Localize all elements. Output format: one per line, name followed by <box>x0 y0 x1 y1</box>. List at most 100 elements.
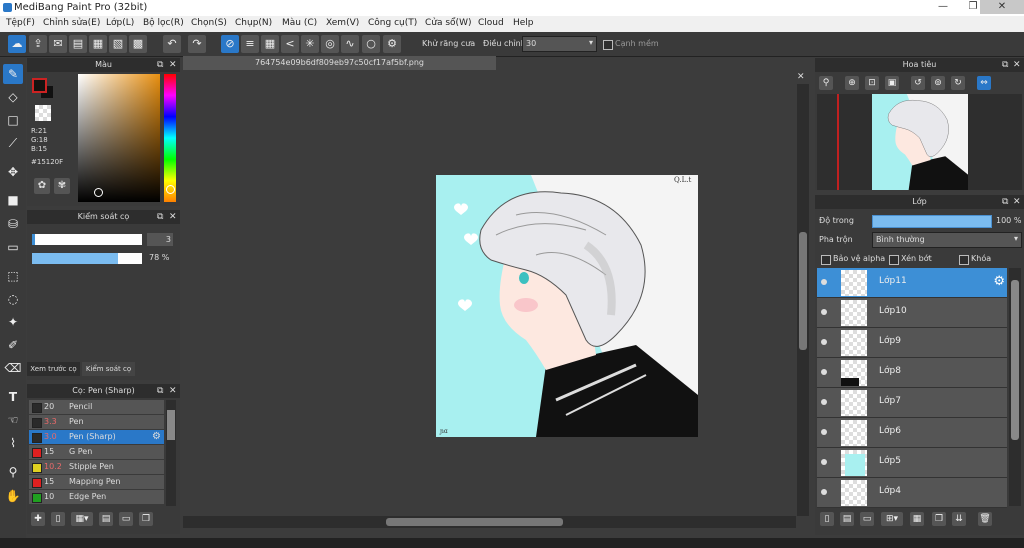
undock-icon[interactable]: ⧉ <box>157 385 163 397</box>
visibility-icon[interactable] <box>821 339 827 345</box>
visibility-icon[interactable] <box>821 459 827 465</box>
visibility-icon[interactable] <box>821 309 827 315</box>
transparent-swatch[interactable] <box>35 105 51 121</box>
menu-cloud[interactable]: Cloud <box>478 18 504 28</box>
duplicate-icon[interactable]: ❐ <box>139 512 153 526</box>
eyedropper-tool-icon[interactable]: ⚲ <box>3 462 23 482</box>
artwork-canvas[interactable]: Q.L.t ɲɑ <box>436 175 698 437</box>
circle-snap-icon[interactable]: ○ <box>362 35 380 53</box>
gallery-icon[interactable]: ▧ <box>109 35 127 53</box>
layer-menu-icon[interactable]: ▦ <box>910 512 924 526</box>
clipping-checkbox[interactable] <box>889 255 899 265</box>
radial-snap-icon[interactable]: ✳ <box>301 35 319 53</box>
scrollbar-thumb[interactable] <box>167 410 175 440</box>
visibility-icon[interactable] <box>821 429 827 435</box>
share-icon[interactable]: ⇪ <box>29 35 47 53</box>
undock-icon[interactable]: ⧉ <box>157 211 163 223</box>
visibility-icon[interactable] <box>821 399 827 405</box>
visibility-icon[interactable] <box>821 369 827 375</box>
fill-rect-tool-icon[interactable]: ■ <box>3 190 23 210</box>
comment-icon[interactable]: ✉ <box>49 35 67 53</box>
menu-tools[interactable]: Công cụ(T) <box>368 18 417 28</box>
concentric-snap-icon[interactable]: ◎ <box>321 35 339 53</box>
menu-select[interactable]: Chọn(S) <box>191 18 227 28</box>
grid-snap-icon[interactable]: ▦ <box>261 35 279 53</box>
move-tool-icon[interactable]: ✥ <box>3 162 23 182</box>
actual-size-icon[interactable]: ▣ <box>885 76 899 90</box>
delete-layer-icon[interactable]: 🗑 <box>978 512 992 526</box>
gradient-tool-icon[interactable]: ▭ <box>3 237 23 257</box>
scrollbar-thumb[interactable] <box>1011 280 1019 440</box>
select-pen-tool-icon[interactable]: ✐ <box>3 335 23 355</box>
primary-color-swatch[interactable] <box>32 78 47 93</box>
menu-filter[interactable]: Bộ lọc(R) <box>143 18 184 28</box>
bucket-tool-icon[interactable]: ⛁ <box>3 214 23 234</box>
brush-item-mapping-pen[interactable]: 15 Mapping Pen <box>29 475 164 490</box>
layer-list-scrollbar[interactable] <box>1009 268 1021 506</box>
menu-window[interactable]: Cửa sổ(W) <box>425 18 471 28</box>
redo-icon[interactable]: ↷ <box>188 35 206 53</box>
brush-settings-icon[interactable]: ▤ <box>99 512 113 526</box>
hue-slider[interactable] <box>164 74 176 202</box>
lock-checkbox[interactable] <box>959 255 969 265</box>
protect-alpha-checkbox[interactable] <box>821 255 831 265</box>
brush-item-pencil[interactable]: 20 Pencil <box>29 400 164 415</box>
layer-row[interactable]: Lớp8 <box>817 358 1007 388</box>
folder-icon[interactable]: ▭ <box>119 512 133 526</box>
operation-tool-icon[interactable]: ☜ <box>3 410 23 430</box>
undock-icon[interactable]: ⧉ <box>157 59 163 71</box>
snap-settings-icon[interactable]: ⚙ <box>383 35 401 53</box>
hue-slider-handle[interactable] <box>166 185 175 194</box>
layer-row[interactable]: Lớp10 <box>817 298 1007 328</box>
close-icon[interactable]: ✕ <box>169 385 177 397</box>
line-tool-icon[interactable]: ⟋ <box>3 133 23 153</box>
brush-tool-icon[interactable]: ✎ <box>3 64 23 84</box>
canvas-vertical-scrollbar[interactable] <box>797 84 809 516</box>
eraser-tool-icon[interactable]: ◇ <box>3 87 23 107</box>
undock-icon[interactable]: ⧉ <box>1002 59 1008 71</box>
brush-opacity-slider[interactable] <box>32 253 142 264</box>
canvas-horizontal-scrollbar[interactable] <box>183 516 796 528</box>
visibility-icon[interactable] <box>821 279 827 285</box>
blend-mode-select[interactable]: Bình thường ▾ <box>872 232 1022 248</box>
select-tool-icon[interactable]: ⬚ <box>3 266 23 286</box>
curve-snap-icon[interactable]: ∿ <box>341 35 359 53</box>
text-tool-icon[interactable]: T <box>3 387 23 407</box>
zoom-out-icon[interactable]: ⚲ <box>819 76 833 90</box>
new-folder-icon[interactable]: ▭ <box>860 512 874 526</box>
menu-edit[interactable]: Chỉnh sửa(E) <box>43 18 100 28</box>
rotate-right-icon[interactable]: ↻ <box>951 76 965 90</box>
scrollbar-thumb[interactable] <box>386 518 563 526</box>
fit-view-icon[interactable]: ⊡ <box>865 76 879 90</box>
menu-layer[interactable]: Lớp(L) <box>106 18 134 28</box>
zoom-in-icon[interactable]: ⊕ <box>845 76 859 90</box>
no-snap-icon[interactable]: ⊘ <box>221 35 239 53</box>
document-tab[interactable]: 764754e09b6df809eb97c50cf17af5bf.png <box>183 56 496 70</box>
gear-icon[interactable]: ⚙ <box>993 274 1005 289</box>
menu-view[interactable]: Xem(V) <box>326 18 359 28</box>
layer-row[interactable]: Lớp4 <box>817 478 1007 508</box>
lasso-tool-icon[interactable]: ◌ <box>3 289 23 309</box>
visibility-icon[interactable] <box>821 489 827 495</box>
new-halftone-layer-icon[interactable]: ▤ <box>840 512 854 526</box>
adjust-select[interactable]: 30 ▾ <box>522 36 597 52</box>
tab-brush-preview[interactable]: Xem trước cọ <box>27 362 80 376</box>
shape-tool-icon[interactable]: □ <box>3 110 23 130</box>
add-brush-icon[interactable]: ✚ <box>31 512 45 526</box>
menu-help[interactable]: Help <box>513 18 534 28</box>
perspective-snap-icon[interactable]: < <box>281 35 299 53</box>
brush-menu-icon[interactable]: ▦▾ <box>71 512 93 526</box>
brush-list-scrollbar[interactable] <box>166 400 176 506</box>
chat-icon[interactable]: ▤ <box>69 35 87 53</box>
navigator-preview[interactable] <box>817 94 1022 190</box>
close-icon[interactable]: ✕ <box>169 211 177 223</box>
brush-item-g-pen[interactable]: 15 G Pen <box>29 445 164 460</box>
add-layer-menu-icon[interactable]: ⊞▾ <box>881 512 903 526</box>
layer-opacity-slider[interactable] <box>872 215 992 228</box>
brush-size-value[interactable]: 3 <box>147 233 173 246</box>
reset-rotation-icon[interactable]: ⊚ <box>931 76 945 90</box>
layer-row[interactable]: Lớp6 <box>817 418 1007 448</box>
new-brush-icon[interactable]: ▯ <box>51 512 65 526</box>
close-document-icon[interactable]: ✕ <box>797 72 805 82</box>
new-layer-icon[interactable]: ▯ <box>820 512 834 526</box>
